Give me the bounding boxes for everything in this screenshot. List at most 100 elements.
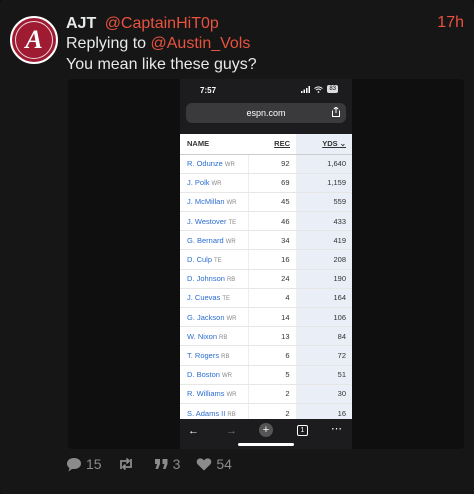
player-cell[interactable]: D. Boston WR: [180, 365, 248, 385]
share-icon[interactable]: [332, 107, 340, 117]
new-tab-icon[interactable]: +: [259, 423, 273, 437]
player-cell[interactable]: G. Jackson WR: [180, 307, 248, 328]
post-timestamp[interactable]: 17h: [437, 14, 464, 32]
rec-cell: 45: [247, 192, 296, 213]
yds-cell: 190: [295, 269, 352, 289]
post-media[interactable]: 7:57 83 espn.com NAME REC YDS ⌄ R. Odunz…: [68, 79, 464, 449]
like-count: 54: [216, 456, 232, 472]
status-icons: 83: [301, 85, 338, 93]
player-cell[interactable]: J. Westover TE: [180, 211, 248, 232]
post-text: You mean like these guys?: [66, 56, 257, 73]
rec-cell: 34: [247, 230, 296, 251]
player-cell[interactable]: D. Johnson RB: [180, 269, 248, 289]
player-position: RB: [227, 411, 236, 418]
col-header-name[interactable]: NAME: [180, 134, 248, 155]
player-position: TE: [222, 296, 231, 303]
player-name[interactable]: D. Culp: [187, 255, 212, 264]
table-row: J. Westover TE 46 433: [180, 211, 352, 232]
player-cell[interactable]: D. Culp TE: [180, 249, 248, 270]
status-bar: 7:57 83: [180, 84, 352, 98]
player-cell[interactable]: W. Nixon RB: [180, 326, 248, 347]
player-name[interactable]: D. Boston: [187, 370, 220, 379]
player-name[interactable]: S. Adams II: [187, 409, 225, 418]
player-name[interactable]: J. Cuevas: [187, 293, 220, 302]
yds-cell: 1,640: [295, 154, 352, 174]
replying-prefix: Replying to: [66, 35, 147, 52]
rec-cell: 69: [247, 173, 296, 193]
player-name[interactable]: G. Bernard: [187, 236, 224, 245]
rec-cell: 92: [247, 154, 296, 174]
table-row: T. Rogers RB 6 72: [180, 345, 352, 366]
yds-cell: 72: [295, 345, 352, 366]
reply-icon: [67, 457, 81, 471]
address-bar[interactable]: espn.com: [186, 103, 346, 123]
player-cell[interactable]: J. Polk WR: [180, 173, 248, 193]
table-row: R. Williams WR 2 30: [180, 384, 352, 404]
player-name[interactable]: W. Nixon: [187, 332, 217, 341]
replying-to-link[interactable]: @Austin_Vols: [151, 35, 251, 52]
avatar-ring: [15, 21, 53, 59]
col-header-rec[interactable]: REC: [248, 134, 296, 155]
table-row: G. Jackson WR 14 106: [180, 307, 352, 328]
player-cell[interactable]: G. Bernard WR: [180, 230, 248, 251]
rec-cell: 46: [247, 211, 296, 232]
author-name[interactable]: AJT: [66, 15, 96, 32]
player-position: RB: [221, 353, 230, 360]
rec-cell: 2: [247, 384, 296, 404]
player-name[interactable]: R. Odunze: [187, 159, 223, 168]
table-row: D. Boston WR 5 51: [180, 365, 352, 385]
forward-icon[interactable]: →: [226, 425, 237, 437]
post-header: AJT @CaptainHiT0p: [66, 14, 219, 34]
rec-cell: 5: [247, 365, 296, 385]
tab-count: 1: [300, 427, 305, 434]
player-position: RB: [219, 334, 228, 341]
quote-button[interactable]: 3: [154, 456, 181, 472]
player-cell[interactable]: J. Cuevas TE: [180, 288, 248, 309]
player-name[interactable]: D. Johnson: [187, 274, 225, 283]
home-indicator: [238, 443, 294, 446]
player-position: WR: [226, 392, 237, 399]
player-name[interactable]: J. Westover: [187, 217, 226, 226]
post-actions: 15 3 54: [66, 456, 232, 472]
author-handle[interactable]: @CaptainHiT0p: [105, 15, 219, 32]
repost-icon: [119, 457, 132, 471]
player-position: TE: [228, 219, 237, 226]
repost-button[interactable]: [118, 457, 138, 471]
table-row: D. Johnson RB 24 190: [180, 269, 352, 289]
player-cell[interactable]: R. Williams WR: [180, 384, 248, 404]
player-cell[interactable]: T. Rogers RB: [180, 345, 248, 366]
rec-cell: 13: [247, 326, 296, 347]
player-position: WR: [211, 181, 222, 188]
table-row: J. Polk WR 69 1,159: [180, 173, 352, 193]
player-name[interactable]: G. Jackson: [187, 313, 225, 322]
player-name[interactable]: J. Polk: [187, 178, 210, 187]
col-header-yds[interactable]: YDS ⌄: [296, 134, 352, 155]
player-name[interactable]: R. Williams: [187, 389, 225, 398]
table-row: R. Odunze WR 92 1,640: [180, 154, 352, 174]
player-cell[interactable]: J. McMillan WR: [180, 192, 248, 213]
yds-cell: 84: [295, 326, 352, 347]
player-position: WR: [224, 162, 235, 169]
player-position: TE: [214, 258, 222, 265]
rec-cell: 6: [247, 345, 296, 366]
more-icon[interactable]: ⋯: [331, 422, 342, 435]
receiving-stats-table: NAME REC YDS ⌄ R. Odunze WR 92 1,640 J. Polk…: [180, 134, 352, 424]
tabs-icon[interactable]: 1: [297, 425, 308, 436]
player-position: WR: [225, 238, 236, 245]
yds-cell: 51: [295, 365, 352, 385]
rec-cell: 4: [247, 288, 296, 309]
table-row: J. Cuevas TE 4 164: [180, 288, 352, 309]
signal-icon: [301, 85, 311, 93]
back-icon[interactable]: ←: [188, 425, 199, 437]
player-cell[interactable]: R. Odunze WR: [180, 154, 248, 174]
quote-count: 3: [172, 456, 181, 472]
url-text: espn.com: [246, 108, 286, 118]
player-position: RB: [226, 277, 236, 284]
post-card: A AJT @CaptainHiT0p 17h Replying to @Aus…: [0, 0, 474, 494]
player-name[interactable]: T. Rogers: [187, 351, 219, 360]
phone-screenshot: 7:57 83 espn.com NAME REC YDS ⌄ R. Odunz…: [180, 79, 352, 449]
reply-button[interactable]: 15: [66, 456, 102, 472]
avatar[interactable]: A: [10, 16, 58, 64]
like-button[interactable]: 54: [196, 456, 232, 472]
player-name[interactable]: J. McMillan: [187, 197, 225, 206]
